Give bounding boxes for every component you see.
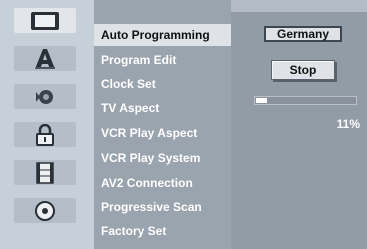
country-selector[interactable]: Germany	[264, 26, 342, 42]
progress-bar-fill	[256, 98, 267, 103]
film-strip-icon	[36, 161, 54, 184]
setup-menu-list: Auto Programming Program Edit Clock Set …	[94, 0, 231, 249]
menu-item-vcr-play-aspect[interactable]: VCR Play Aspect	[94, 122, 231, 144]
menu-item-vcr-play-system[interactable]: VCR Play System	[94, 147, 231, 169]
setup-menu-screen: Auto Programming Program Edit Clock Set …	[0, 0, 367, 249]
menu-item-clock-set[interactable]: Clock Set	[94, 73, 231, 95]
menu-item-av2-connection[interactable]: AV2 Connection	[94, 172, 231, 194]
padlock-icon	[36, 123, 54, 146]
category-lock[interactable]	[14, 122, 76, 147]
progress-bar	[254, 96, 357, 105]
tv-screen-icon	[31, 11, 59, 30]
category-icon-column	[0, 0, 94, 249]
menu-item-progressive-scan[interactable]: Progressive Scan	[94, 196, 231, 218]
font-letter-icon	[35, 48, 55, 69]
menu-item-auto-programming[interactable]: Auto Programming	[94, 24, 231, 46]
stop-button[interactable]: Stop	[271, 60, 335, 80]
category-disc[interactable]	[14, 198, 76, 223]
disc-icon	[35, 200, 55, 221]
menu-item-factory-set[interactable]: Factory Set	[94, 220, 231, 242]
panel-top-strip	[231, 0, 367, 12]
category-language[interactable]	[14, 46, 76, 71]
category-audio[interactable]	[14, 84, 76, 109]
category-recording[interactable]	[14, 160, 76, 185]
menu-item-program-edit[interactable]: Program Edit	[94, 49, 231, 71]
progress-percent: 11%	[336, 117, 360, 131]
audio-speaker-icon	[36, 89, 53, 104]
menu-item-tv-aspect[interactable]: TV Aspect	[94, 97, 231, 119]
category-tv[interactable]	[14, 8, 76, 33]
